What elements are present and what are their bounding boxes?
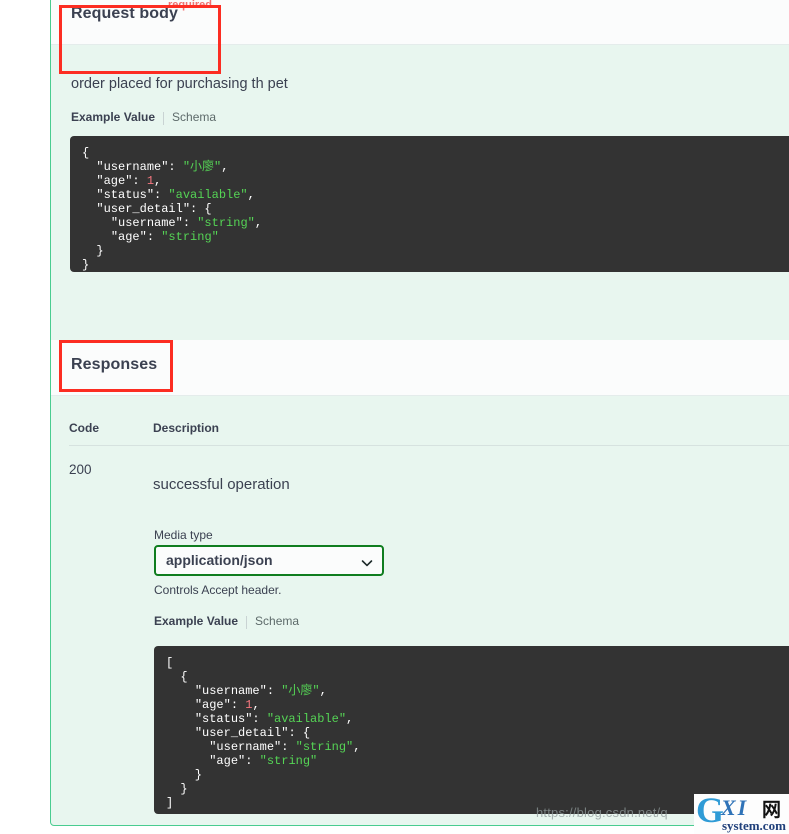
tab-divider xyxy=(163,112,165,126)
code-token: , xyxy=(154,174,162,188)
code-token: { xyxy=(82,146,90,160)
code-token: : { xyxy=(190,202,212,216)
annotation-box-responses xyxy=(59,340,173,392)
response-tabs: Example Value Schema xyxy=(154,614,299,630)
response-tab-example-value[interactable]: Example Value xyxy=(154,614,238,628)
code-token: "user_detail" xyxy=(194,726,289,740)
media-type-label: Media type xyxy=(154,528,213,542)
code-token: "available" xyxy=(168,188,248,202)
code-token: "username" xyxy=(209,740,282,754)
code-token: : xyxy=(168,160,183,174)
code-token: , xyxy=(346,712,354,726)
code-token: "小廖" xyxy=(281,684,320,698)
code-token: { xyxy=(166,670,188,684)
chevron-down-icon xyxy=(361,556,373,568)
request-body-example-code: { "username": "小廖", "age": 1, "status" : … xyxy=(70,136,789,272)
code-token: "status" xyxy=(194,712,253,726)
table-divider xyxy=(69,445,789,446)
code-token: , xyxy=(254,216,263,230)
code-token: "string" xyxy=(197,216,255,230)
code-token: "string" xyxy=(259,754,318,768)
code-token: , xyxy=(247,188,255,202)
code-token: , xyxy=(319,684,327,698)
code-token: ] xyxy=(166,796,174,810)
code-token: : xyxy=(252,712,267,726)
response-example-code: [ { "username": "小廖", "age": 1, "status"… xyxy=(154,646,789,814)
api-operation-panel: Request body required order placed for p… xyxy=(50,0,789,826)
code-token: [ xyxy=(166,656,174,670)
code-token: : xyxy=(245,754,260,768)
code-token: 1 xyxy=(146,174,155,188)
code-token: "username" xyxy=(110,216,183,230)
code-token: : xyxy=(132,174,147,188)
code-token: "age" xyxy=(96,174,133,188)
code-token: "age" xyxy=(209,754,246,768)
tab-example-value[interactable]: Example Value xyxy=(71,110,155,124)
code-token: : xyxy=(230,698,246,712)
logo-letter-g: G xyxy=(696,794,725,830)
code-token: : xyxy=(182,216,198,230)
request-body-tabs: Example Value Schema xyxy=(71,110,216,126)
code-token: : xyxy=(281,740,296,754)
csdn-watermark: https://blog.csdn.net/q xyxy=(536,805,668,820)
code-token: : { xyxy=(288,726,311,740)
code-token: "age" xyxy=(110,230,147,244)
code-token: , xyxy=(221,160,229,174)
annotation-box-request-body xyxy=(59,5,221,74)
response-tab-divider xyxy=(246,616,248,630)
code-token: "小廖" xyxy=(182,160,222,174)
code-token: "username" xyxy=(194,684,267,698)
accept-header-note: Controls Accept header. xyxy=(154,583,282,597)
code-token: : xyxy=(154,188,169,202)
code-token: } xyxy=(166,782,188,796)
response-tab-schema[interactable]: Schema xyxy=(255,614,299,628)
media-type-value: application/json xyxy=(166,552,273,568)
gxi-system-logo: G XI 网 system.com xyxy=(694,794,789,834)
code-token: "available" xyxy=(266,712,347,726)
code-token: : xyxy=(266,684,282,698)
code-token: "user_detail" xyxy=(96,202,191,216)
code-token: } xyxy=(82,244,104,258)
code-token: } xyxy=(166,768,203,782)
code-token: "status" xyxy=(96,188,155,202)
code-token: , xyxy=(353,740,361,754)
column-header-description: Description xyxy=(153,421,220,435)
code-token: "string" xyxy=(295,740,354,754)
code-token: "string" xyxy=(161,230,219,244)
column-header-code: Code xyxy=(69,421,99,435)
code-token: "age" xyxy=(194,698,231,712)
code-token: "username" xyxy=(96,160,169,174)
code-token: } xyxy=(82,258,90,272)
logo-subtitle: system.com xyxy=(722,818,786,833)
code-token: , xyxy=(252,698,260,712)
media-type-select[interactable]: application/json xyxy=(154,545,384,576)
response-code-200: 200 xyxy=(69,462,92,477)
response-description-200: successful operation xyxy=(153,476,290,493)
request-body-description: order placed for purchasing th pet xyxy=(71,76,288,92)
tab-schema[interactable]: Schema xyxy=(172,110,216,124)
code-token: : xyxy=(146,230,162,244)
